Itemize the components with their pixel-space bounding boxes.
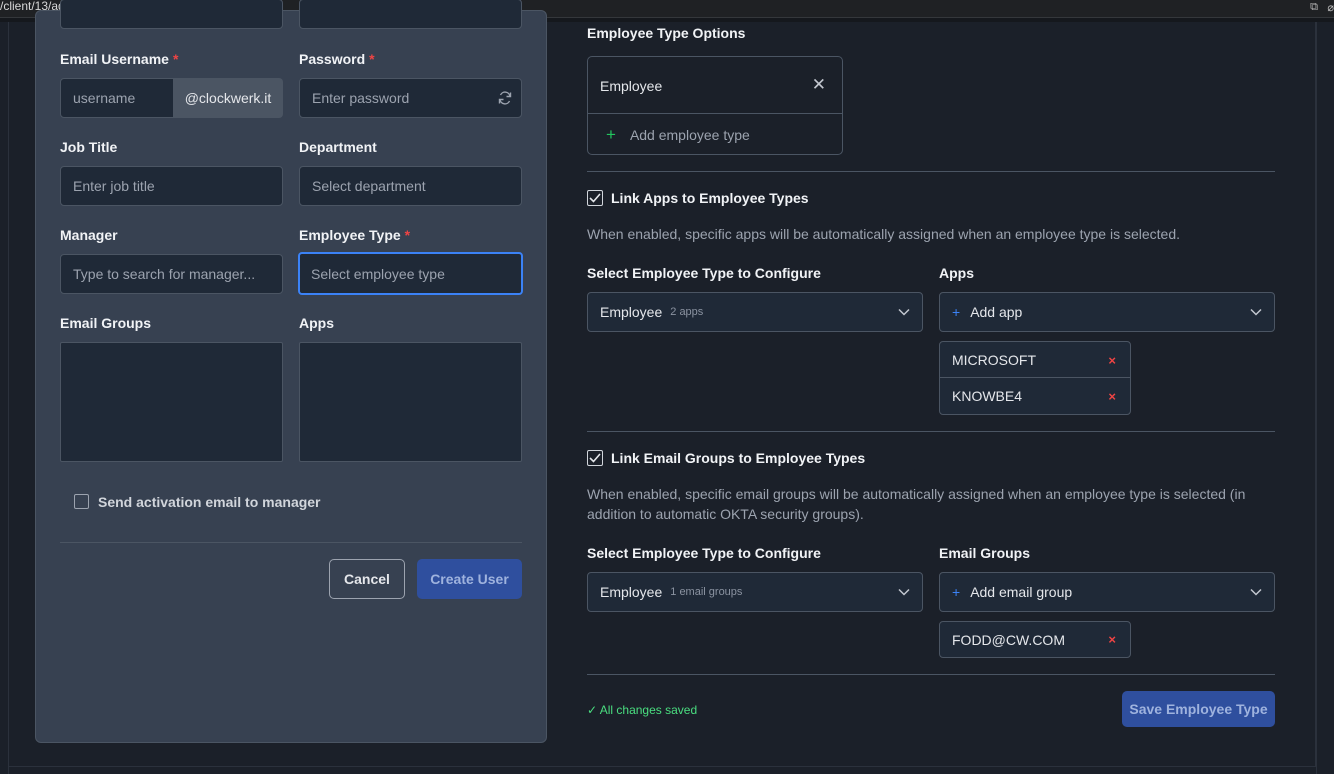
section-divider-1	[587, 171, 1275, 172]
remove-group-icon[interactable]: ×	[1108, 632, 1116, 647]
department-label: Department	[299, 139, 377, 155]
app-chip: MICROSOFT ×	[939, 341, 1131, 379]
link-apps-checkbox[interactable]	[587, 190, 603, 206]
page-edge-left	[0, 22, 9, 774]
employee-type-select[interactable]: Select employee type	[298, 252, 523, 295]
send-activation-checkbox[interactable]	[74, 494, 89, 509]
cut-off-input-right[interactable]	[299, 0, 522, 29]
job-title-placeholder: Enter job title	[73, 178, 155, 194]
apps-box[interactable]	[299, 342, 522, 462]
email-groups-list-label: Email Groups	[939, 545, 1031, 561]
email-groups-box[interactable]	[60, 342, 283, 462]
saved-status: ✓ All changes saved	[587, 703, 698, 717]
employee-type-label: Employee Type *	[299, 227, 411, 243]
chevron-down-icon	[1250, 588, 1262, 596]
options-title: Employee Type Options	[587, 25, 746, 41]
email-groups-label: Email Groups	[60, 315, 152, 331]
remove-app-icon[interactable]: ×	[1108, 353, 1116, 368]
app-chip: KNOWBE4 ×	[939, 377, 1131, 415]
apps-list-label: Apps	[939, 265, 974, 281]
manager-label: Manager	[60, 227, 118, 243]
apps-config-selected: Employee	[600, 304, 663, 320]
employee-type-option-name: Employee	[600, 78, 663, 94]
job-title-input[interactable]: Enter job title	[60, 166, 283, 206]
split-view-icon[interactable]: ⧉	[1310, 1, 1318, 14]
create-user-form: Email Username * username @clockwerk.it P…	[35, 0, 547, 743]
groups-config-selected: Employee	[600, 584, 663, 600]
send-activation-label: Send activation email to manager	[98, 494, 321, 510]
chevron-down-icon	[898, 308, 910, 316]
manager-placeholder: Type to search for manager...	[73, 266, 256, 282]
groups-count: 1 email groups	[670, 586, 743, 598]
link-apps-label: Link Apps to Employee Types	[611, 190, 809, 206]
apps-count: 2 apps	[670, 306, 704, 318]
password-placeholder: Enter password	[312, 90, 410, 106]
refresh-icon[interactable]	[497, 90, 513, 106]
employee-type-placeholder: Select employee type	[311, 265, 445, 282]
employee-type-option-row: Employee ✕	[588, 57, 842, 114]
username-placeholder: username	[73, 90, 136, 106]
add-email-group-label: Add email group	[970, 584, 1073, 600]
job-title-label: Job Title	[60, 139, 118, 155]
email-domain-addon: @clockwerk.it	[173, 78, 283, 118]
plus-icon: +	[606, 125, 616, 144]
plus-icon: +	[952, 304, 961, 320]
remove-type-icon[interactable]: ✕	[812, 75, 826, 95]
add-email-group-select[interactable]: + Add email group	[939, 572, 1275, 612]
page-edge-right	[1316, 22, 1334, 774]
password-input[interactable]: Enter password	[299, 78, 522, 118]
link-groups-label: Link Email Groups to Employee Types	[611, 450, 866, 466]
email-username-label: Email Username *	[60, 51, 179, 67]
check-icon	[589, 453, 601, 463]
manager-search-input[interactable]: Type to search for manager...	[60, 254, 283, 294]
link-groups-description-line1: When enabled, specific email groups will…	[587, 486, 1246, 502]
check-icon	[589, 193, 601, 203]
username-input[interactable]: username	[60, 78, 174, 118]
save-employee-type-button[interactable]: Save Employee Type	[1122, 691, 1275, 727]
groups-config-type-label: Select Employee Type to Configure	[587, 545, 821, 561]
extension-icon[interactable]: ⌀	[1327, 1, 1334, 14]
chevron-down-icon	[1250, 308, 1262, 316]
department-placeholder: Select department	[312, 178, 426, 194]
create-user-button[interactable]: Create User	[417, 559, 522, 599]
link-apps-description: When enabled, specific apps will be auto…	[587, 226, 1181, 242]
add-app-label: Add app	[970, 304, 1023, 320]
section-divider-3	[587, 674, 1275, 675]
password-label: Password *	[299, 51, 375, 67]
cut-off-input-left[interactable]	[60, 0, 283, 29]
employee-type-options-card: Employee ✕ + Add employee type	[587, 56, 843, 155]
chevron-down-icon	[898, 588, 910, 596]
department-select[interactable]: Select department	[299, 166, 522, 206]
remove-app-icon[interactable]: ×	[1108, 389, 1116, 404]
apps-config-type-label: Select Employee Type to Configure	[587, 265, 821, 281]
groups-config-type-select[interactable]: Employee 1 email groups	[587, 572, 923, 612]
add-employee-type-button[interactable]: + Add employee type	[606, 125, 750, 145]
cancel-button[interactable]: Cancel	[329, 559, 405, 599]
employee-type-settings: Employee Type Options Employee ✕ + Add em…	[560, 22, 1316, 767]
link-groups-checkbox[interactable]	[587, 450, 603, 466]
apps-config-type-select[interactable]: Employee 2 apps	[587, 292, 923, 332]
plus-icon: +	[952, 584, 961, 600]
email-group-chip: FODD@CW.COM ×	[939, 621, 1131, 658]
link-groups-description-line2: addition to automatic OKTA security grou…	[587, 506, 864, 522]
add-app-select[interactable]: + Add app	[939, 292, 1275, 332]
section-divider-2	[587, 431, 1275, 432]
form-divider	[60, 542, 522, 543]
apps-label: Apps	[299, 315, 334, 331]
